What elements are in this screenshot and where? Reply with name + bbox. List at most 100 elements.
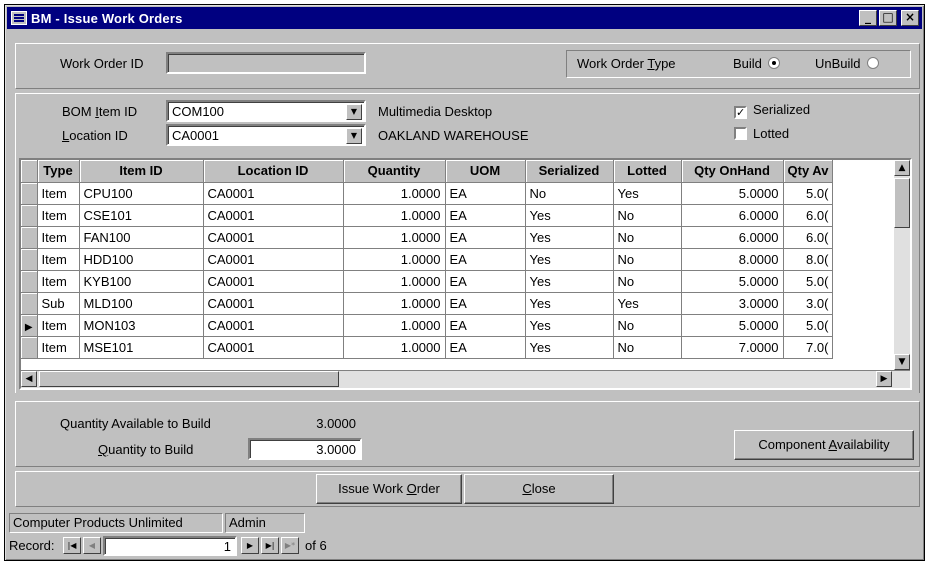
cell-qty-onhand[interactable]: 5.0000 [681,270,784,293]
cell-serialized[interactable]: Yes [525,248,614,271]
cell-item-id[interactable]: MLD100 [79,292,204,315]
row-selector-header[interactable] [21,160,38,183]
table-row[interactable]: ▶ Item MON103 CA0001 1.0000 EA Yes No 5.0000 5.0( [21,314,834,337]
scroll-up-icon[interactable]: ▲ [894,160,910,176]
cell-item-id[interactable]: CPU100 [79,182,204,205]
cell-location-id[interactable]: CA0001 [203,226,344,249]
last-record-icon[interactable]: ▶| [261,537,279,554]
table-row[interactable]: Item KYB100 CA0001 1.0000 EA Yes No 5.0000 5.0( [21,270,834,293]
scroll-down-icon[interactable]: ▼ [894,354,910,370]
cell-qty-available[interactable]: 6.0( [783,204,834,227]
cell-qty-onhand[interactable]: 6.0000 [681,204,784,227]
qty-to-build-input[interactable]: 3.0000 [248,438,362,460]
close-window-button[interactable]: × [901,10,919,26]
column-header-qty-available[interactable]: Qty Av [783,160,834,183]
build-radio-icon[interactable] [767,57,780,69]
cell-quantity[interactable]: 1.0000 [343,336,446,359]
cell-item-id[interactable]: MON103 [79,314,204,337]
cell-quantity[interactable]: 1.0000 [343,292,446,315]
column-header-type[interactable]: Type [37,160,80,183]
cell-quantity[interactable]: 1.0000 [343,248,446,271]
cell-type[interactable]: Item [37,182,80,205]
cell-qty-onhand[interactable]: 7.0000 [681,336,784,359]
cell-type[interactable]: Sub [37,292,80,315]
vertical-scroll-thumb[interactable] [894,178,910,228]
cell-lotted[interactable]: No [613,270,682,293]
table-row[interactable]: Item CSE101 CA0001 1.0000 EA Yes No 6.0000 6.0( [21,204,834,227]
cell-lotted[interactable]: No [613,314,682,337]
row-selector[interactable] [21,248,38,271]
cell-qty-available[interactable]: 5.0( [783,182,834,205]
cell-location-id[interactable]: CA0001 [203,204,344,227]
cell-item-id[interactable]: FAN100 [79,226,204,249]
cell-uom[interactable]: EA [445,292,526,315]
row-selector[interactable] [21,336,38,359]
column-header-lotted[interactable]: Lotted [613,160,682,183]
cell-serialized[interactable]: No [525,182,614,205]
lotted-checkbox[interactable]: Lotted [734,126,789,141]
serialized-checkbox[interactable]: ✓ Serialized [734,102,810,119]
column-header-qty-onhand[interactable]: Qty OnHand [681,160,784,183]
cell-serialized[interactable]: Yes [525,336,614,359]
cell-type[interactable]: Item [37,248,80,271]
issue-work-order-button[interactable]: Issue Work Order [316,474,462,504]
cell-item-id[interactable]: HDD100 [79,248,204,271]
cell-uom[interactable]: EA [445,270,526,293]
row-selector[interactable]: ▶ [21,314,38,337]
bom-item-id-dropdown[interactable]: COM100 ▼ [166,100,366,122]
cell-serialized[interactable]: Yes [525,314,614,337]
cell-quantity[interactable]: 1.0000 [343,226,446,249]
cell-qty-available[interactable]: 8.0( [783,248,834,271]
cell-qty-available[interactable]: 3.0( [783,292,834,315]
cell-uom[interactable]: EA [445,314,526,337]
cell-item-id[interactable]: KYB100 [79,270,204,293]
cell-lotted[interactable]: No [613,226,682,249]
cell-serialized[interactable]: Yes [525,226,614,249]
table-row[interactable]: Item MSE101 CA0001 1.0000 EA Yes No 7.0000 7.0( [21,336,834,359]
cell-quantity[interactable]: 1.0000 [343,270,446,293]
unbuild-radio[interactable]: UnBuild [815,56,879,71]
cell-location-id[interactable]: CA0001 [203,270,344,293]
row-selector[interactable] [21,182,38,205]
next-record-icon[interactable]: ▶ [241,537,259,554]
table-row[interactable]: Item FAN100 CA0001 1.0000 EA Yes No 6.0000 6.0( [21,226,834,249]
cell-quantity[interactable]: 1.0000 [343,204,446,227]
cell-serialized[interactable]: Yes [525,270,614,293]
cell-uom[interactable]: EA [445,336,526,359]
cell-lotted[interactable]: No [613,336,682,359]
row-selector[interactable] [21,226,38,249]
empty-checkbox-icon[interactable] [734,127,747,140]
cell-location-id[interactable]: CA0001 [203,314,344,337]
column-header-location-id[interactable]: Location ID [203,160,344,183]
vertical-scrollbar[interactable]: ▲ ▼ [894,160,910,370]
component-availability-button[interactable]: Component Availability [734,430,914,460]
new-record-icon[interactable]: ▶* [281,537,299,554]
cell-item-id[interactable]: MSE101 [79,336,204,359]
cell-quantity[interactable]: 1.0000 [343,314,446,337]
cell-lotted[interactable]: No [613,204,682,227]
row-selector[interactable] [21,292,38,315]
cell-serialized[interactable]: Yes [525,204,614,227]
scroll-left-icon[interactable]: ◀ [21,371,37,387]
table-row[interactable]: Item CPU100 CA0001 1.0000 EA No Yes 5.0000 5.0( [21,182,834,205]
cell-serialized[interactable]: Yes [525,292,614,315]
chevron-down-icon[interactable]: ▼ [346,104,362,120]
cell-qty-available[interactable]: 5.0( [783,314,834,337]
cell-lotted[interactable]: Yes [613,292,682,315]
cell-qty-onhand[interactable]: 6.0000 [681,226,784,249]
components-grid[interactable]: Type Item ID Location ID Quantity UOM Se… [19,158,912,390]
work-order-id-field[interactable] [166,52,366,74]
cell-uom[interactable]: EA [445,248,526,271]
first-record-icon[interactable]: |◀ [63,537,81,554]
record-number-input[interactable]: 1 [103,536,237,556]
table-row[interactable]: Item HDD100 CA0001 1.0000 EA Yes No 8.0000 8.0( [21,248,834,271]
cell-location-id[interactable]: CA0001 [203,292,344,315]
cell-uom[interactable]: EA [445,226,526,249]
cell-lotted[interactable]: No [613,248,682,271]
cell-uom[interactable]: EA [445,182,526,205]
build-radio[interactable]: Build [733,56,780,71]
cell-lotted[interactable]: Yes [613,182,682,205]
cell-qty-onhand[interactable]: 3.0000 [681,292,784,315]
cell-location-id[interactable]: CA0001 [203,336,344,359]
close-button[interactable]: Close [464,474,614,504]
